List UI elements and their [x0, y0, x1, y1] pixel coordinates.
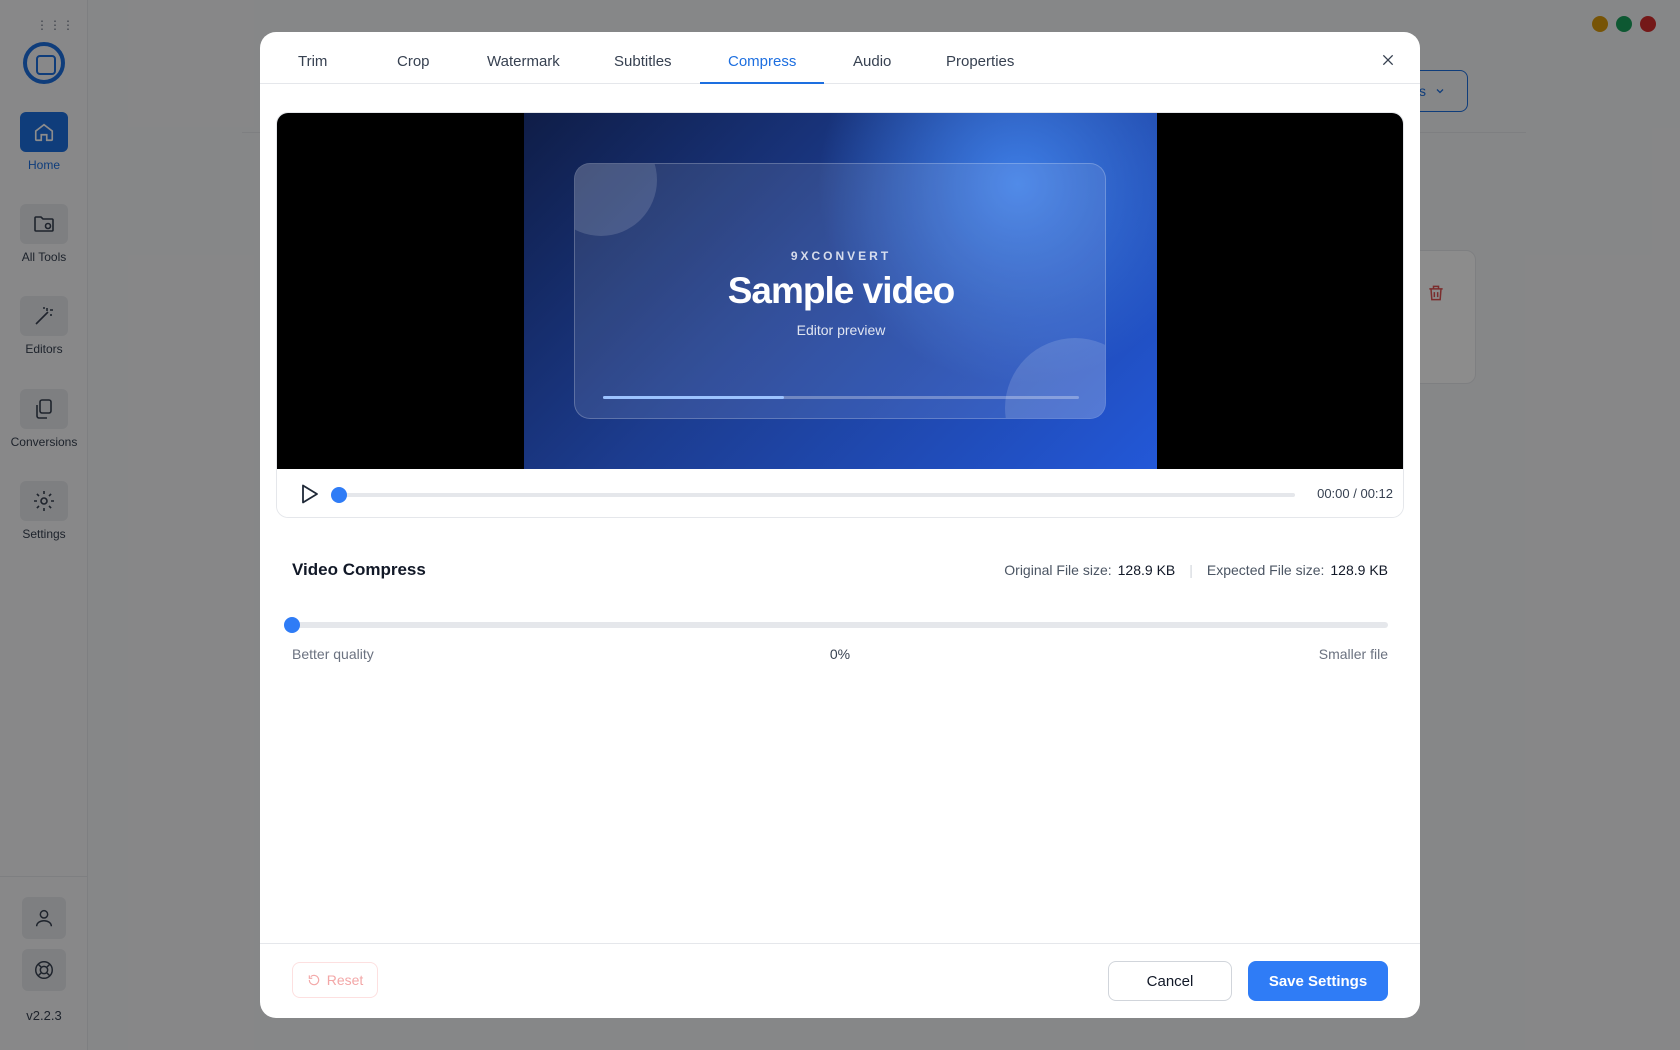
video-brand: 9XCONVERT — [790, 249, 892, 263]
tab-compress[interactable]: Compress — [700, 32, 825, 84]
player-controls: 00:00 / 00:12 — [277, 469, 1403, 517]
compression-slider[interactable] — [284, 617, 1388, 633]
playback-time: 00:00 / 00:12 — [1317, 486, 1393, 501]
reset-icon — [308, 974, 319, 986]
video-frame-progress — [603, 396, 1079, 399]
reset-label: Reset — [326, 972, 364, 988]
video-title: Sample video — [727, 270, 956, 311]
reset-button[interactable]: Reset — [292, 962, 378, 998]
compress-title: Video Compress — [292, 560, 426, 579]
smaller-file-label: Smaller file — [1318, 646, 1388, 662]
video-player: 9XCONVERT Sample video Editor preview 00… — [276, 112, 1404, 518]
video-frame: 9XCONVERT Sample video Editor preview — [524, 113, 1157, 469]
tab-subtitles[interactable]: Subtitles — [586, 32, 700, 84]
compression-slider-handle[interactable] — [284, 617, 300, 633]
tab-crop[interactable]: Crop — [369, 32, 458, 84]
video-title-card: 9XCONVERT Sample video Editor preview — [574, 163, 1106, 419]
original-size-value: 128.9 KB — [1117, 562, 1176, 578]
expected-size-value: 128.9 KB — [1330, 562, 1388, 578]
expected-size-label: Expected File size: — [1206, 562, 1325, 578]
tab-audio[interactable]: Audio — [825, 32, 919, 84]
close-button[interactable] — [1376, 48, 1400, 72]
size-separator: | — [1189, 562, 1193, 578]
video-editor-modal: Trim Crop Watermark Subtitles Compress A… — [260, 32, 1420, 1018]
decorative-circle — [575, 164, 657, 236]
save-settings-button[interactable]: Save Settings — [1248, 961, 1388, 1001]
seek-bar[interactable] — [331, 487, 1295, 503]
video-area[interactable]: 9XCONVERT Sample video Editor preview — [277, 113, 1403, 469]
tab-properties[interactable]: Properties — [918, 32, 1042, 84]
modal-footer: Reset Cancel Save Settings — [260, 943, 1420, 1018]
video-frame-progress-fill — [603, 396, 784, 399]
play-button[interactable] — [297, 482, 321, 506]
tab-trim[interactable]: Trim — [270, 32, 355, 84]
cancel-button[interactable]: Cancel — [1108, 961, 1232, 1001]
compression-percent: 0% — [829, 646, 851, 662]
original-size-label: Original File size: — [1004, 562, 1112, 578]
play-icon — [302, 484, 318, 504]
editor-tabs: Trim Crop Watermark Subtitles Compress A… — [260, 32, 1420, 84]
decorative-circle — [1005, 338, 1105, 418]
video-subtitle: Editor preview — [796, 322, 886, 338]
file-size-info: Original File size: 128.9 KB | Expected … — [1004, 562, 1388, 578]
seek-handle[interactable] — [331, 487, 347, 503]
close-icon — [1382, 54, 1394, 66]
tab-watermark[interactable]: Watermark — [459, 32, 588, 84]
